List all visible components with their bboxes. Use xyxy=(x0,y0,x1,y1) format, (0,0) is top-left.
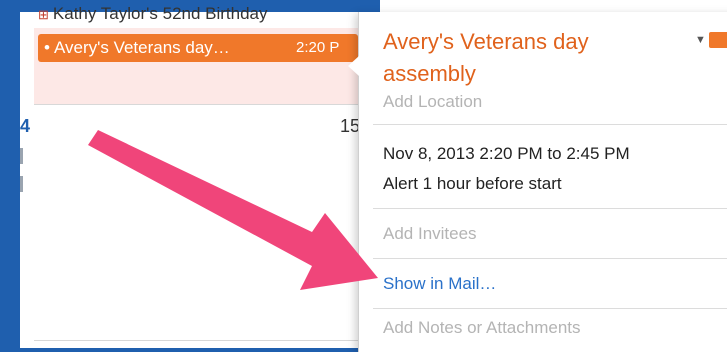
event-date-time[interactable]: Nov 8, 2013 2:20 PM to 2:45 PM xyxy=(383,144,630,164)
calendar-color-swatch[interactable] xyxy=(709,32,727,48)
selected-event-time: 2:20 P xyxy=(296,39,340,56)
divider xyxy=(373,208,727,209)
add-location-field[interactable]: Add Location xyxy=(383,92,482,112)
edge-marker xyxy=(20,148,23,164)
day-number-partial: 4 xyxy=(20,116,31,136)
popover-notch xyxy=(348,56,359,76)
event-alert[interactable]: Alert 1 hour before start xyxy=(383,174,562,194)
gift-icon: ⊞ xyxy=(38,7,49,22)
divider xyxy=(373,308,727,309)
week-divider xyxy=(34,340,380,341)
show-in-mail-link[interactable]: Show in Mail… xyxy=(383,274,496,294)
selected-event-label: Avery's Veterans day… xyxy=(53,38,230,57)
edge-marker xyxy=(20,176,23,192)
week-divider xyxy=(34,104,380,105)
chevron-down-icon[interactable]: ▼ xyxy=(695,34,706,46)
event-dot-icon: • xyxy=(44,38,50,57)
birthday-event[interactable]: ⊞ Kathy Taylor's 52nd Birthday xyxy=(38,4,268,24)
event-popover: Avery's Veterans day assembly ▼ Add Loca… xyxy=(348,12,727,352)
birthday-event-label: Kathy Taylor's 52nd Birthday xyxy=(52,4,268,23)
add-notes-field[interactable]: Add Notes or Attachments xyxy=(383,318,581,338)
divider xyxy=(373,258,727,259)
divider xyxy=(373,124,727,125)
selected-event[interactable]: • Avery's Veterans day… 2:20 P xyxy=(38,34,358,62)
add-invitees-field[interactable]: Add Invitees xyxy=(383,224,477,244)
event-title[interactable]: Avery's Veterans day assembly xyxy=(383,26,683,90)
